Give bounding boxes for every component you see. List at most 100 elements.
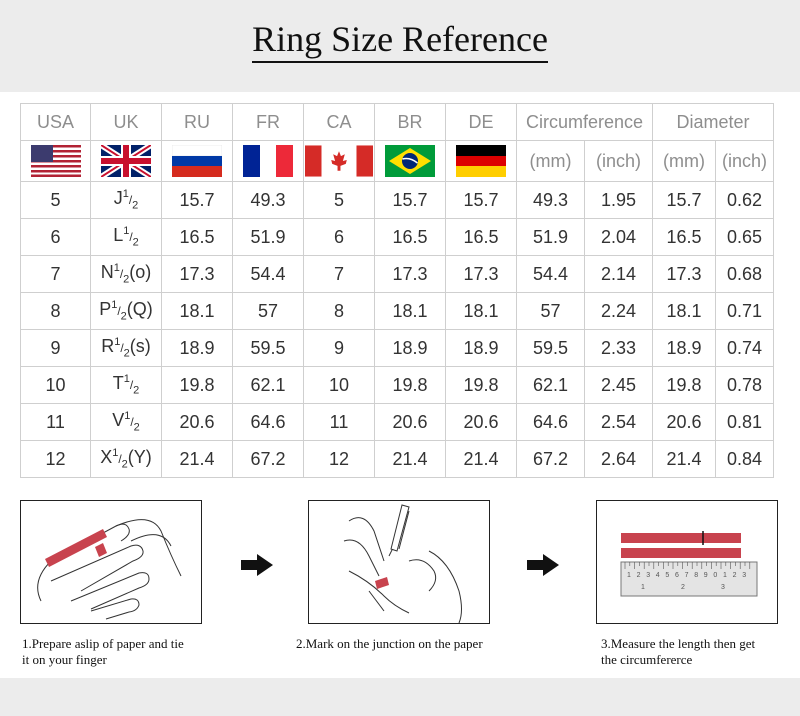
cell-uk-flag <box>90 140 162 182</box>
table-row: 7 N1/2(o) 17.3 54.4 7 17.3 17.3 54.4 2.14 17.3 0.6… <box>20 255 774 293</box>
hand-mark-paper-icon <box>343 504 462 624</box>
cell-uk: X1/2(Y) <box>90 440 162 478</box>
ruler-label: 8 <box>694 572 698 579</box>
cell-br: 17.3 <box>374 255 446 293</box>
table-row: 8 P1/2(Q) 18.1 57 8 18.1 18.1 57 2.24 18.1 0.71 <box>20 292 774 330</box>
cell-brazil-flag <box>374 140 446 182</box>
page-title: Ring Size Reference <box>0 18 800 63</box>
cell-ca: 9 <box>303 329 375 367</box>
cell-dia-in: 0.62 <box>715 181 774 219</box>
cell-dia-in: 0.84 <box>715 440 774 478</box>
cell-fr: 57 <box>232 292 304 330</box>
cell-circ-mm: 62.1 <box>516 366 585 404</box>
cell-circ-mm: 64.6 <box>516 403 585 441</box>
cell-ru: 15.7 <box>161 181 233 219</box>
cell-usa: 5 <box>20 181 91 219</box>
cell-dia-in: 0.78 <box>715 366 774 404</box>
cell-ca: 8 <box>303 292 375 330</box>
cell-circ-mm: 49.3 <box>516 181 585 219</box>
step-1-illustration <box>20 500 202 624</box>
cell-usa: 8 <box>20 292 91 330</box>
cell-russia-flag <box>161 140 233 182</box>
unit-diameter-inch: (inch) <box>715 140 774 182</box>
cell-dia-in: 0.71 <box>715 292 774 330</box>
cell-uk: J1/2 <box>90 181 162 219</box>
arrow-right-icon-2 <box>527 554 559 581</box>
cell-br: 19.8 <box>374 366 446 404</box>
cell-br: 20.6 <box>374 403 446 441</box>
cell-circ-mm: 59.5 <box>516 329 585 367</box>
cell-uk: N1/2(o) <box>90 255 162 293</box>
cell-circ-mm: 67.2 <box>516 440 585 478</box>
canada-flag-icon <box>305 145 373 177</box>
cell-ru: 17.3 <box>161 255 233 293</box>
cell-de: 18.9 <box>445 329 517 367</box>
cell-circ-in: 1.95 <box>584 181 653 219</box>
header-circumference: Circumference <box>516 103 653 141</box>
header-ru: RU <box>161 103 233 141</box>
table-row: 11 V1/2 20.6 64.6 11 20.6 20.6 64.6 2.54 20.6 0.81 <box>20 403 774 441</box>
cell-br: 16.5 <box>374 218 446 256</box>
cell-dia-mm: 18.9 <box>652 329 716 367</box>
step-2-caption: 2.Mark on the junction on the paper <box>296 636 483 651</box>
flag-row: (mm) (inch) (mm) (inch) <box>20 140 774 182</box>
cell-ca: 11 <box>303 403 375 441</box>
hand-tie-paper-icon <box>37 519 182 620</box>
ruler-label: 0 <box>713 572 717 579</box>
header-br: BR <box>374 103 446 141</box>
cell-dia-mm: 19.8 <box>652 366 716 404</box>
cell-br: 18.9 <box>374 329 446 367</box>
cell-dia-mm: 17.3 <box>652 255 716 293</box>
table-row: 9 R1/2(s) 18.9 59.5 9 18.9 18.9 59.5 2.33 18.9 0.7… <box>20 329 774 367</box>
title-band: Ring Size Reference <box>0 0 800 92</box>
cell-dia-in: 0.81 <box>715 403 774 441</box>
cell-br: 15.7 <box>374 181 446 219</box>
header-ca: CA <box>303 103 375 141</box>
cell-dia-mm: 16.5 <box>652 218 716 256</box>
cell-usa: 10 <box>20 366 91 404</box>
cell-usa: 6 <box>20 218 91 256</box>
ruler-inch-3: 3 <box>721 584 725 591</box>
france-flag-icon <box>243 145 293 177</box>
cell-uk: L1/2 <box>90 218 162 256</box>
ruler-inch-2: 2 <box>681 584 685 591</box>
cell-ru: 20.6 <box>161 403 233 441</box>
table-row: 10 T1/2 19.8 62.1 10 19.8 19.8 62.1 2.45 19.8 0.78 <box>20 366 774 404</box>
table-row: 5 J1/2 15.7 49.3 5 15.7 15.7 49.3 1.95 15.7 0.62 <box>20 181 774 219</box>
brazil-flag-icon <box>385 145 435 177</box>
ruler-label: 3 <box>646 572 650 579</box>
cell-circ-in: 2.14 <box>584 255 653 293</box>
cell-us-flag <box>20 140 91 182</box>
cell-circ-in: 2.45 <box>584 366 653 404</box>
cell-de: 21.4 <box>445 440 517 478</box>
ruler-label: 5 <box>665 572 669 579</box>
cell-fr: 62.1 <box>232 366 304 404</box>
cell-ca: 5 <box>303 181 375 219</box>
cell-uk: T1/2 <box>90 366 162 404</box>
cell-france-flag <box>232 140 304 182</box>
cell-fr: 51.9 <box>232 218 304 256</box>
cell-usa: 7 <box>20 255 91 293</box>
cell-usa: 11 <box>20 403 91 441</box>
ring-size-table: USA UK RU FR CA BR DE Circumference Diam… <box>20 103 774 478</box>
header-diameter: Diameter <box>652 103 774 141</box>
ruler-inch-1: 1 <box>641 584 645 591</box>
cell-de: 17.3 <box>445 255 517 293</box>
table-body: 5 J1/2 15.7 49.3 5 15.7 15.7 49.3 1.95 15.7 0.62 6 L… <box>20 181 774 478</box>
cell-br: 18.1 <box>374 292 446 330</box>
unit-circumference-mm: (mm) <box>516 140 585 182</box>
cell-uk: P1/2(Q) <box>90 292 162 330</box>
cell-uk: R1/2(s) <box>90 329 162 367</box>
cell-fr: 49.3 <box>232 181 304 219</box>
cell-de: 19.8 <box>445 366 517 404</box>
cell-ca: 7 <box>303 255 375 293</box>
cell-dia-mm: 18.1 <box>652 292 716 330</box>
ruler-label: 6 <box>675 572 679 579</box>
cell-ru: 19.8 <box>161 366 233 404</box>
cell-fr: 54.4 <box>232 255 304 293</box>
ruler-label: 9 <box>704 572 708 579</box>
cell-dia-mm: 15.7 <box>652 181 716 219</box>
cell-germany-flag <box>445 140 517 182</box>
header-de: DE <box>445 103 517 141</box>
cell-de: 15.7 <box>445 181 517 219</box>
